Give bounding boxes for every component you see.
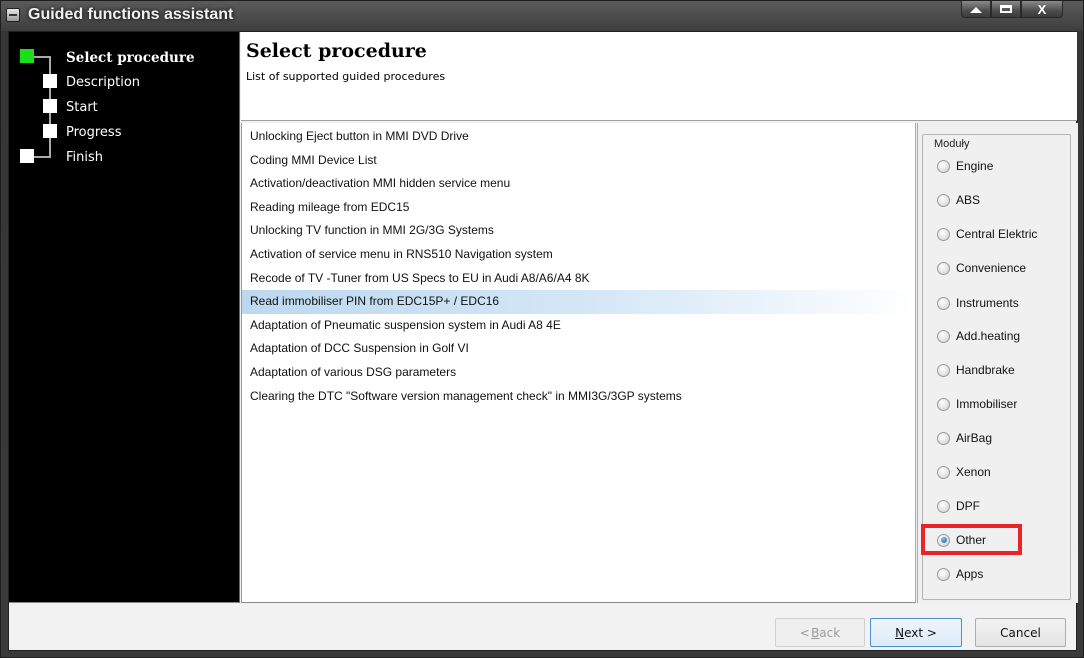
module-option-label: ABS (956, 193, 981, 207)
minimize-icon (970, 7, 982, 13)
back-button[interactable]: < Back (775, 618, 865, 647)
module-option-airbag[interactable]: AirBag (937, 431, 992, 445)
module-option-label: Add.heating (956, 329, 1021, 343)
module-option-instruments[interactable]: Instruments (937, 296, 1019, 310)
module-option-label: Engine (956, 159, 994, 173)
step-marker (43, 124, 57, 138)
procedure-list[interactable]: Unlocking Eject button in MMI DVD Drive C… (241, 123, 916, 603)
module-option-label: AirBag (956, 431, 993, 445)
client-area: Select procedure Description Start Progr… (8, 31, 1078, 651)
maximize-button[interactable] (991, 1, 1021, 18)
module-option-central-elektric[interactable]: Central Elektric (937, 227, 1037, 241)
radio-unchecked-icon[interactable] (937, 159, 950, 173)
module-option-label: Apps (956, 567, 984, 581)
procedure-item[interactable]: Activation of service menu in RNS510 Nav… (242, 243, 915, 267)
module-option-abs[interactable]: ABS (937, 193, 980, 207)
radio-unchecked-icon[interactable] (937, 227, 950, 241)
procedure-item[interactable]: Adaptation of Pneumatic suspension syste… (242, 314, 915, 338)
procedure-item[interactable]: Coding MMI Device List (242, 149, 915, 173)
next-mnemonic: N (895, 625, 905, 640)
radio-unchecked-icon[interactable] (937, 329, 950, 343)
module-option-convenience[interactable]: Convenience (937, 261, 1026, 275)
procedure-item[interactable]: Adaptation of DCC Suspension in Golf VI (242, 337, 915, 361)
procedure-item[interactable]: Recode of TV -Tuner from US Specs to EU … (242, 267, 915, 291)
module-option-dpf[interactable]: DPF (937, 499, 980, 513)
step-description: Description (66, 75, 141, 90)
radio-checked-icon[interactable] (937, 533, 950, 547)
page-subtitle: List of supported guided procedures (246, 70, 446, 83)
title-bar[interactable]: Guided functions assistant X (1, 1, 1083, 31)
radio-unchecked-icon[interactable] (937, 193, 950, 207)
procedure-item-selected[interactable]: Read immobiliser PIN from EDC15P+ / EDC1… (242, 290, 915, 314)
step-marker-active (20, 49, 34, 63)
modules-group-title: Moduły (931, 138, 973, 150)
module-option-add-heating[interactable]: Add.heating (937, 329, 1020, 343)
procedure-item[interactable]: Unlocking TV function in MMI 2G/3G Syste… (242, 219, 915, 243)
back-mnemonic: B (811, 625, 820, 640)
module-option-label: Other (956, 533, 987, 547)
window-title: Guided functions assistant (28, 6, 234, 23)
guided-functions-window: Guided functions assistant X Select proc… (0, 0, 1084, 658)
step-marker (20, 149, 34, 163)
step-select-procedure: Select procedure (66, 50, 195, 66)
procedure-item[interactable]: Reading mileage from EDC15 (242, 196, 915, 220)
module-option-label: Handbrake (956, 363, 1015, 377)
procedure-item[interactable]: Clearing the DTC "Software version manag… (242, 385, 915, 409)
step-connector (31, 56, 51, 58)
step-tree: Select procedure Description Start Progr… (9, 32, 240, 232)
step-start: Start (66, 100, 98, 115)
procedure-item[interactable]: Activation/deactivation MMI hidden servi… (242, 172, 915, 196)
next-rest: ext > (904, 625, 937, 640)
maximize-icon (1000, 5, 1012, 13)
module-option-xenon[interactable]: Xenon (937, 465, 991, 479)
radio-unchecked-icon[interactable] (937, 296, 950, 310)
step-marker (43, 99, 57, 113)
close-icon: X (1037, 1, 1047, 17)
cancel-button[interactable]: Cancel (975, 618, 1066, 647)
radio-unchecked-icon[interactable] (937, 499, 950, 513)
button-bar: < Back Next > Cancel (9, 604, 1076, 650)
window-controls: X (961, 1, 1063, 18)
step-finish: Finish (66, 150, 104, 165)
page-header: Select procedure List of supported guide… (241, 32, 1077, 121)
module-option-label: Xenon (956, 465, 991, 479)
procedure-item[interactable]: Unlocking Eject button in MMI DVD Drive (242, 125, 915, 149)
module-option-handbrake[interactable]: Handbrake (937, 363, 1015, 377)
module-option-label: Immobiliser (956, 397, 1018, 411)
module-option-apps[interactable]: Apps (937, 567, 983, 581)
page-title: Select procedure (246, 40, 427, 62)
module-option-other[interactable]: Other (937, 533, 986, 547)
steps-panel: Select procedure Description Start Progr… (9, 32, 240, 603)
radio-unchecked-icon[interactable] (937, 261, 950, 275)
radio-unchecked-icon[interactable] (937, 465, 950, 479)
module-option-label: Convenience (956, 261, 1027, 275)
system-menu-icon[interactable] (6, 8, 20, 22)
radio-unchecked-icon[interactable] (937, 363, 950, 377)
module-option-label: DPF (956, 499, 980, 513)
radio-unchecked-icon[interactable] (937, 431, 950, 445)
back-rest: ack (819, 625, 841, 640)
next-button[interactable]: Next > (870, 618, 962, 647)
modules-panel: Moduły Engine ABS Central Elektric Convenie… (917, 123, 1078, 603)
back-prefix: < (799, 625, 810, 640)
step-marker (43, 74, 57, 88)
modules-group: Moduły Engine ABS Central Elektric Convenie… (922, 134, 1071, 600)
radio-unchecked-icon[interactable] (937, 397, 950, 411)
minimize-button[interactable] (961, 1, 991, 18)
module-option-label: Instruments (956, 296, 1019, 310)
close-button[interactable]: X (1021, 1, 1063, 18)
module-option-label: Central Elektric (956, 227, 1038, 241)
module-option-immobiliser[interactable]: Immobiliser (937, 397, 1017, 411)
step-progress: Progress (66, 125, 122, 140)
module-option-engine[interactable]: Engine (937, 159, 993, 173)
radio-unchecked-icon[interactable] (937, 567, 950, 581)
procedure-item[interactable]: Adaptation of various DSG parameters (242, 361, 915, 385)
